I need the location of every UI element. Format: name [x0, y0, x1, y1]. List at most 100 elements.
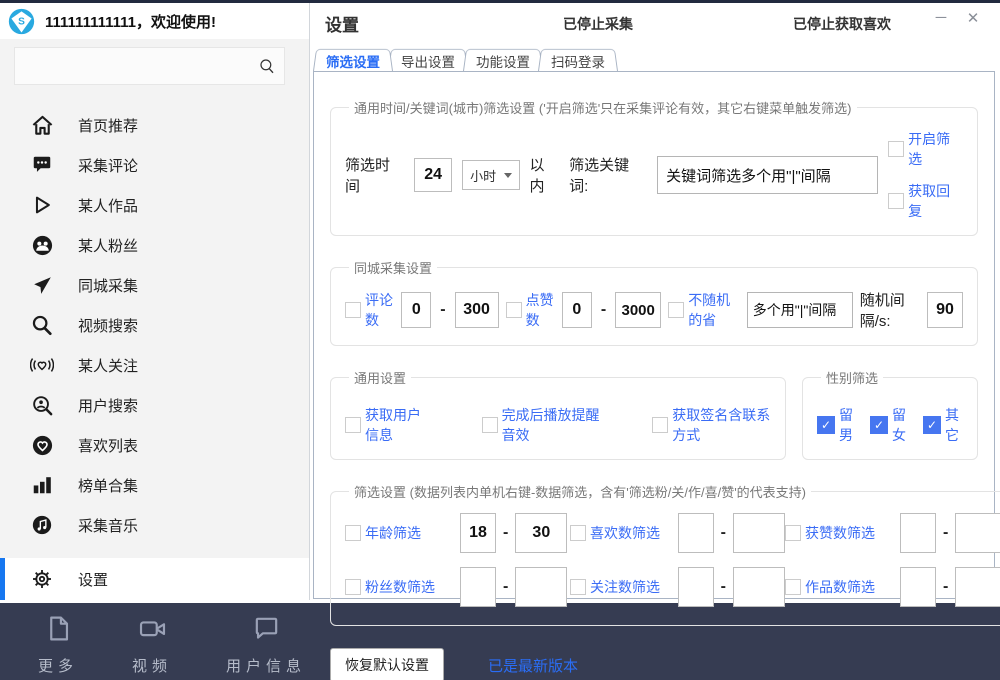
fans-icon: [30, 233, 54, 257]
bottom-item-label: 用户信息: [226, 655, 306, 676]
praise-min-input[interactable]: [900, 513, 936, 553]
like-max-input[interactable]: [615, 292, 661, 328]
praise-filter-checkbox[interactable]: 获赞数筛选: [785, 523, 895, 543]
checkbox: [785, 525, 801, 541]
user-info-button[interactable]: 用户信息: [226, 614, 306, 676]
sidebar-item-user-search[interactable]: 用户搜索: [0, 385, 309, 425]
other-gender-checkbox[interactable]: 其它: [923, 405, 963, 445]
like-count-filter-group: 喜欢数筛选 -: [570, 513, 785, 553]
sidebar-item-city[interactable]: 同城采集: [0, 265, 309, 305]
restore-defaults-button[interactable]: 恢复默认设置: [330, 648, 444, 680]
welcome-text: 111111111111，欢迎使用!: [45, 11, 216, 32]
tab-export-settings[interactable]: 导出设置: [388, 47, 468, 71]
follow-min-input[interactable]: [678, 567, 714, 607]
close-button[interactable]: ✕: [962, 9, 984, 27]
minimize-button[interactable]: ─: [930, 9, 952, 26]
gear-icon: [30, 568, 54, 590]
follow-max-input[interactable]: [733, 567, 785, 607]
works-max-input[interactable]: [955, 567, 1000, 607]
checkbox: [482, 417, 498, 433]
page-title: 设置: [325, 11, 359, 36]
random-interval-label: 随机间隔/s:: [860, 289, 920, 331]
like-count-max-input[interactable]: [733, 513, 785, 553]
sidebar-item-music[interactable]: 采集音乐: [0, 505, 309, 545]
fans-max-input[interactable]: [515, 567, 567, 607]
checkbox-label: 获赞数筛选: [805, 523, 875, 543]
get-replies-checkbox[interactable]: 获取回复: [888, 181, 963, 221]
latest-version-link[interactable]: 已是最新版本: [488, 655, 578, 676]
filter-time-input[interactable]: [414, 158, 452, 192]
sidebar-item-label: 采集音乐: [78, 515, 138, 536]
tab-filter-settings[interactable]: 筛选设置: [313, 47, 393, 71]
sidebar-item-video-search[interactable]: 视频搜索: [0, 305, 309, 345]
search-input[interactable]: [15, 48, 250, 84]
time-unit-select[interactable]: 小时: [462, 160, 519, 190]
fans-filter-checkbox[interactable]: 粉丝数筛选: [345, 577, 455, 597]
range-dash: -: [719, 524, 728, 542]
comment-min-input[interactable]: [401, 292, 431, 328]
age-filter-checkbox[interactable]: 年龄筛选: [345, 523, 455, 543]
tab-function-settings[interactable]: 功能设置: [463, 47, 543, 71]
sidebar-item-comments[interactable]: 采集评论: [0, 145, 309, 185]
keep-female-checkbox[interactable]: 留女: [870, 405, 910, 445]
checkbox-label: 关注数筛选: [590, 577, 660, 597]
like-min-input[interactable]: [562, 292, 592, 328]
comment-max-input[interactable]: [455, 292, 499, 328]
sidebar-search: [14, 47, 285, 85]
file-icon: [44, 614, 73, 648]
checkbox: [570, 525, 586, 541]
general-filter-section: 通用时间/关键词(城市)筛选设置 ('开启筛选'只在采集评论有效，其它右键菜单触…: [330, 98, 978, 236]
fans-min-input[interactable]: [460, 567, 496, 607]
checkbox: [345, 302, 361, 318]
play-sound-checkbox[interactable]: 完成后播放提醒音效: [482, 405, 601, 445]
age-min-input[interactable]: [460, 513, 496, 553]
works-filter-checkbox[interactable]: 作品数筛选: [785, 577, 895, 597]
checkbox-label: 粉丝数筛选: [365, 577, 435, 597]
province-checkbox[interactable]: 不随机的省: [668, 290, 740, 330]
bottom-item-label: 视频: [132, 655, 172, 676]
like-count-min-input[interactable]: [678, 513, 714, 553]
like-count-filter-checkbox[interactable]: 喜欢数筛选: [570, 523, 673, 543]
chat-bubble-icon: [252, 614, 281, 648]
checkbox-label: 留女: [892, 405, 910, 445]
checkbox: [570, 579, 586, 595]
comment-count-checkbox[interactable]: 评论数: [345, 290, 394, 330]
checkbox-label: 不随机的省: [688, 290, 740, 330]
sidebar-item-home[interactable]: 首页推荐: [0, 105, 309, 145]
main-area: 设置 已停止采集 已停止获取喜欢 ─ ✕ 筛选设置 导出设置 功能设置 扫码登录…: [311, 3, 1000, 600]
sidebar-item-label: 视频搜索: [78, 315, 138, 336]
sidebar-item-likes[interactable]: 喜欢列表: [0, 425, 309, 465]
checkbox-label: 完成后播放提醒音效: [502, 405, 601, 445]
tab-panel: 通用时间/关键词(城市)筛选设置 ('开启筛选'只在采集评论有效，其它右键菜单触…: [313, 71, 995, 599]
checkbox-label: 其它: [945, 405, 963, 445]
sidebar-item-fans[interactable]: 某人粉丝: [0, 225, 309, 265]
random-interval-input[interactable]: [927, 292, 963, 328]
sidebar-item-works[interactable]: 某人作品: [0, 185, 309, 225]
more-button[interactable]: 更多: [38, 614, 78, 676]
follow-filter-checkbox[interactable]: 关注数筛选: [570, 577, 673, 597]
age-max-input[interactable]: [515, 513, 567, 553]
tab-qr-login[interactable]: 扫码登录: [538, 47, 618, 71]
play-icon: [30, 193, 54, 217]
like-count-checkbox[interactable]: 点赞数: [506, 290, 555, 330]
checkbox-label: 开启筛选: [908, 129, 963, 169]
works-min-input[interactable]: [900, 567, 936, 607]
filter-keyword-input[interactable]: [657, 156, 878, 194]
search-icon[interactable]: [250, 57, 284, 75]
search-icon: [30, 313, 54, 337]
signature-contact-checkbox[interactable]: 获取签名含联系方式: [652, 405, 771, 445]
range-dash: -: [501, 524, 510, 542]
get-userinfo-checkbox[interactable]: 获取用户信息: [345, 405, 430, 445]
video-button[interactable]: 视频: [132, 614, 172, 676]
province-input[interactable]: [747, 292, 853, 328]
enable-filter-checkbox[interactable]: 开启筛选: [888, 129, 963, 169]
data-filter-section: 筛选设置 (数据列表内单机右键-数据筛选，含有'筛选粉/关/作/喜/赞'的代表支…: [330, 482, 1000, 626]
status-likes: 已停止获取喜欢: [793, 14, 891, 34]
section-legend: 筛选设置 (数据列表内单机右键-数据筛选，含有'筛选粉/关/作/喜/赞'的代表支…: [349, 482, 811, 501]
sidebar-item-follows[interactable]: 某人关注: [0, 345, 309, 385]
praise-max-input[interactable]: [955, 513, 1000, 553]
keep-male-checkbox[interactable]: 留男: [817, 405, 857, 445]
sidebar-item-rankings[interactable]: 榜单合集: [0, 465, 309, 505]
sidebar-item-label: 用户搜索: [78, 395, 138, 416]
sidebar-item-settings[interactable]: 设置: [0, 558, 309, 600]
